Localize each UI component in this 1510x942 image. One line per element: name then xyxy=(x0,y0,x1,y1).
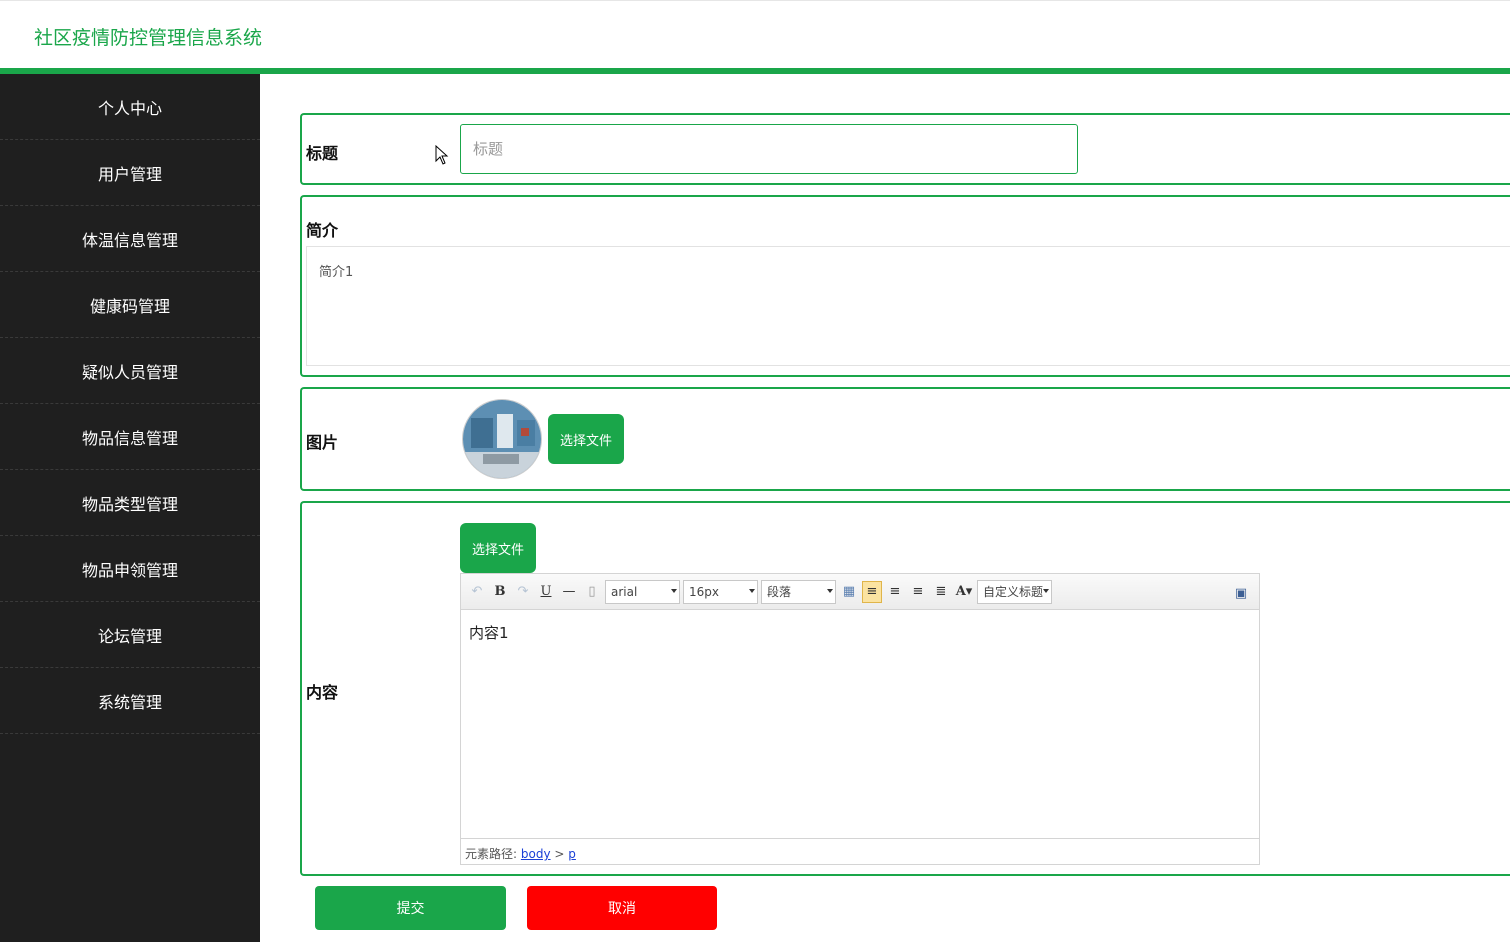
content-field-group: 内容 选择文件 ↶ B ↷ U — ▯ arial 16px 段落 ▦ ≡ ≡ … xyxy=(300,501,1510,876)
chevron-down-icon xyxy=(1043,588,1049,593)
element-path-label: 元素路径: xyxy=(465,847,518,861)
custom-title-value: 自定义标题 xyxy=(983,585,1044,599)
submit-button[interactable]: 提交 xyxy=(315,886,506,930)
sidebar-item-goods-type[interactable]: 物品类型管理 xyxy=(0,470,260,536)
paste-text-icon[interactable]: ▯ xyxy=(582,581,602,603)
image-label: 图片 xyxy=(306,433,339,452)
align-center-icon[interactable]: ≡ xyxy=(908,581,928,603)
undo-icon[interactable]: ↶ xyxy=(467,581,487,603)
editor-toolbar: ↶ B ↷ U — ▯ arial 16px 段落 ▦ ≡ ≡ ≡ ≣ A▾ 自… xyxy=(461,574,1259,610)
intro-textarea[interactable]: 简介1 xyxy=(306,246,1510,366)
editor-body[interactable]: 内容1 xyxy=(461,610,1259,838)
font-size-select[interactable]: 16px xyxy=(683,579,758,604)
path-body-link[interactable]: body xyxy=(521,847,551,861)
sidebar-item-personal-center[interactable]: 个人中心 xyxy=(0,74,260,140)
content-label: 内容 xyxy=(306,683,339,702)
custom-title-select[interactable]: 自定义标题 xyxy=(977,579,1052,604)
image-choose-file-button[interactable]: 选择文件 xyxy=(548,414,624,464)
sidebar-item-goods-request[interactable]: 物品申领管理 xyxy=(0,536,260,602)
horizontal-rule-icon[interactable]: — xyxy=(559,581,579,603)
redo-icon[interactable]: ↷ xyxy=(513,581,533,603)
image-thumbnail xyxy=(462,399,542,479)
sidebar-item-system[interactable]: 系统管理 xyxy=(0,668,260,734)
font-family-select[interactable]: arial xyxy=(605,579,680,604)
mouse-cursor-icon xyxy=(435,145,449,165)
paragraph-select[interactable]: 段落 xyxy=(761,579,836,604)
intro-label: 简介 xyxy=(306,221,339,240)
path-p-link[interactable]: p xyxy=(568,847,576,861)
chevron-down-icon xyxy=(749,588,755,593)
title-field-group: 标题 xyxy=(300,113,1510,185)
sidebar-item-health-code[interactable]: 健康码管理 xyxy=(0,272,260,338)
chevron-down-icon xyxy=(671,588,677,593)
font-family-value: arial xyxy=(611,584,638,599)
bold-icon[interactable]: B xyxy=(490,581,510,603)
title-input[interactable] xyxy=(460,124,1078,174)
sidebar-item-forum[interactable]: 论坛管理 xyxy=(0,602,260,668)
paragraph-value: 段落 xyxy=(767,585,792,599)
element-path-bar: 元素路径: body > p xyxy=(461,838,1259,864)
intro-field-group: 简介 简介1 xyxy=(300,195,1510,377)
content-choose-file-button[interactable]: 选择文件 xyxy=(460,523,536,573)
room-photo-icon xyxy=(463,400,541,478)
title-label: 标题 xyxy=(306,144,339,163)
sidebar-item-user-management[interactable]: 用户管理 xyxy=(0,140,260,206)
path-separator: > xyxy=(554,847,565,861)
font-size-value: 16px xyxy=(689,584,719,599)
image-field-group: 图片 选择文件 xyxy=(300,387,1510,491)
align-justify-icon[interactable]: ≣ xyxy=(931,581,951,603)
chevron-down-icon xyxy=(827,588,833,593)
rich-text-editor: ↶ B ↷ U — ▯ arial 16px 段落 ▦ ≡ ≡ ≡ ≣ A▾ 自… xyxy=(460,573,1260,865)
sidebar-item-temperature[interactable]: 体温信息管理 xyxy=(0,206,260,272)
align-right-icon[interactable]: ≡ xyxy=(885,581,905,603)
align-left-icon[interactable]: ≡ xyxy=(862,580,882,603)
main-content: 标题 简介 简介1 图片 选择文件 内容 选择文件 xyxy=(260,74,1510,942)
table-icon[interactable]: ▦ xyxy=(839,581,859,603)
cancel-button[interactable]: 取消 xyxy=(527,886,717,930)
top-header: 社区疫情防控管理信息系统 xyxy=(0,0,1510,74)
underline-icon[interactable]: U xyxy=(536,581,556,603)
sidebar-item-goods-info[interactable]: 物品信息管理 xyxy=(0,404,260,470)
sidebar: 个人中心 用户管理 体温信息管理 健康码管理 疑似人员管理 物品信息管理 物品类… xyxy=(0,74,260,942)
font-color-icon[interactable]: A▾ xyxy=(954,581,974,603)
app-title: 社区疫情防控管理信息系统 xyxy=(34,27,263,49)
sidebar-item-suspected[interactable]: 疑似人员管理 xyxy=(0,338,260,404)
preview-icon[interactable]: ▣ xyxy=(1231,582,1251,604)
